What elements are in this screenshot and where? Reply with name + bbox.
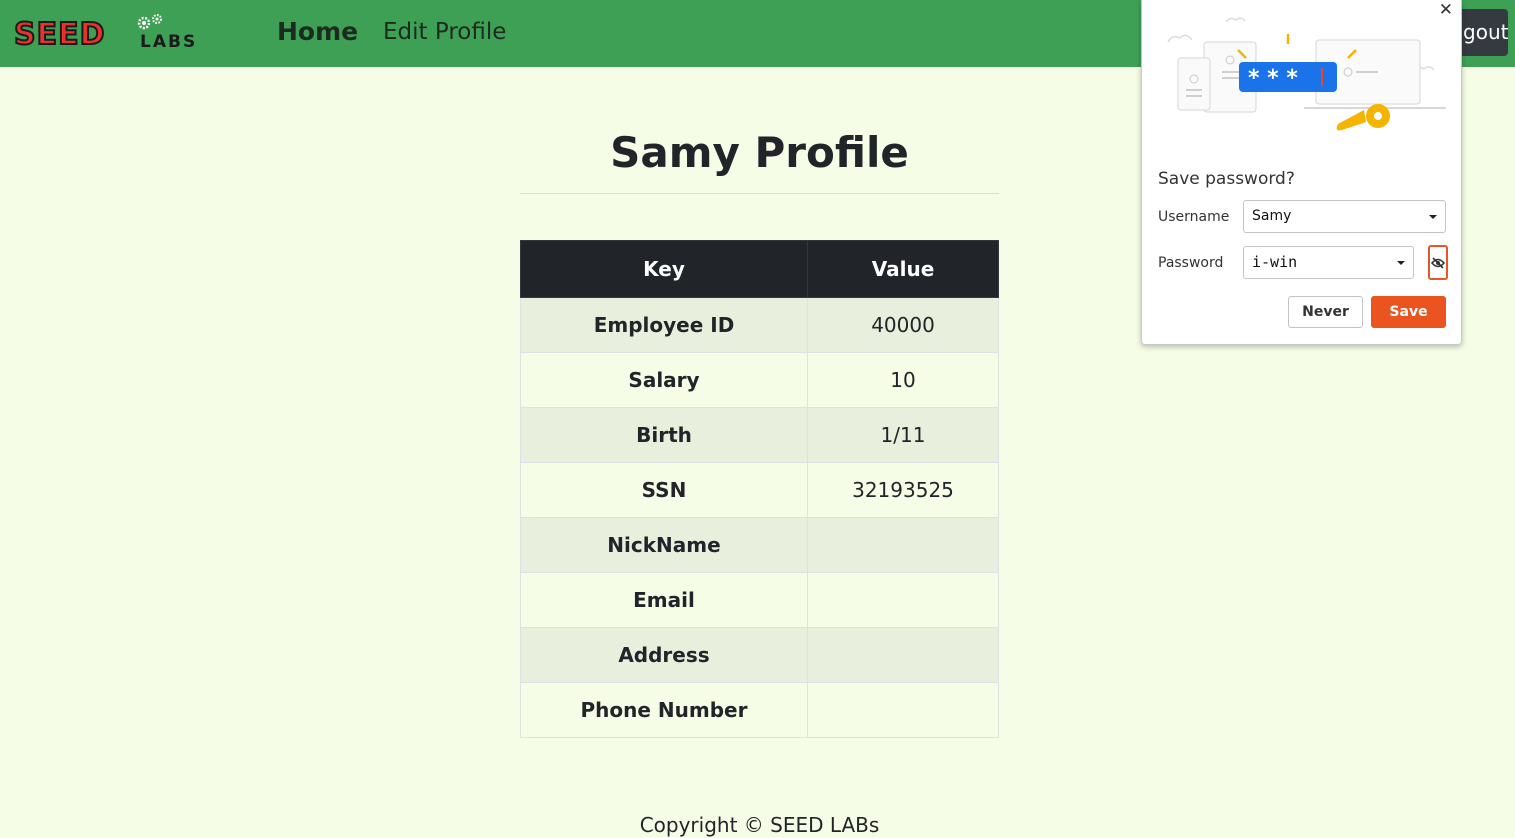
svg-text:* * *: * * *	[1248, 66, 1298, 91]
title-divider	[520, 193, 999, 194]
page-title: Samy Profile	[610, 128, 909, 177]
seed-labs-logo[interactable]: SEED LABS	[13, 12, 214, 56]
username-value: Samy	[1252, 208, 1292, 224]
table-header-row: Key Value	[520, 240, 999, 298]
never-button[interactable]: Never	[1288, 296, 1363, 328]
row-value	[807, 627, 999, 683]
table-row: Address	[520, 627, 999, 683]
username-select[interactable]: Samy	[1243, 200, 1446, 233]
gear-logo-icon	[137, 14, 162, 30]
row-key: Employee ID	[520, 297, 808, 353]
toggle-password-visibility-button[interactable]	[1428, 245, 1448, 280]
row-key: Birth	[520, 407, 808, 463]
row-value	[807, 517, 999, 573]
username-label: Username	[1158, 209, 1230, 225]
logo-text-main: SEED	[13, 17, 106, 53]
chevron-down-icon	[1397, 261, 1405, 265]
password-illustration-icon: * * *	[1167, 17, 1446, 131]
table-row: Birth 1/11	[520, 407, 999, 463]
profile-table: Key Value Employee ID 40000 Salary 10 Bi…	[520, 240, 999, 738]
row-key: Salary	[520, 352, 808, 408]
table-row: Email	[520, 572, 999, 628]
row-key: SSN	[520, 462, 808, 518]
password-select[interactable]: i-win	[1243, 246, 1414, 279]
nav-home-link[interactable]: Home	[277, 16, 358, 48]
row-key: Address	[520, 627, 808, 683]
logo-text-sub: LABS	[140, 32, 198, 52]
save-button[interactable]: Save	[1371, 296, 1446, 328]
save-password-dialog: ✕ * * * Save password? Username Samy Pas…	[1141, 0, 1462, 345]
row-key: Phone Number	[520, 682, 808, 738]
column-header-value: Value	[807, 240, 999, 298]
save-password-heading: Save password?	[1158, 169, 1295, 189]
row-value: 40000	[807, 297, 999, 353]
row-value	[807, 572, 999, 628]
row-value: 10	[807, 352, 999, 408]
column-header-key: Key	[520, 240, 808, 298]
table-row: Employee ID 40000	[520, 297, 999, 353]
table-row: SSN 32193525	[520, 462, 999, 518]
row-value: 1/11	[807, 407, 999, 463]
eye-off-icon	[1431, 256, 1445, 269]
table-row: Phone Number	[520, 682, 999, 738]
nav-edit-profile-link[interactable]: Edit Profile	[383, 16, 506, 48]
row-value: 32193525	[807, 462, 999, 518]
row-value	[807, 682, 999, 738]
row-key: NickName	[520, 517, 808, 573]
table-row: NickName	[520, 517, 999, 573]
chevron-down-icon	[1429, 215, 1437, 219]
table-row: Salary 10	[520, 352, 999, 408]
password-value: i-win	[1252, 253, 1298, 271]
row-key: Email	[520, 572, 808, 628]
footer-copyright: Copyright © SEED LABs	[639, 813, 880, 837]
password-label: Password	[1158, 255, 1224, 271]
